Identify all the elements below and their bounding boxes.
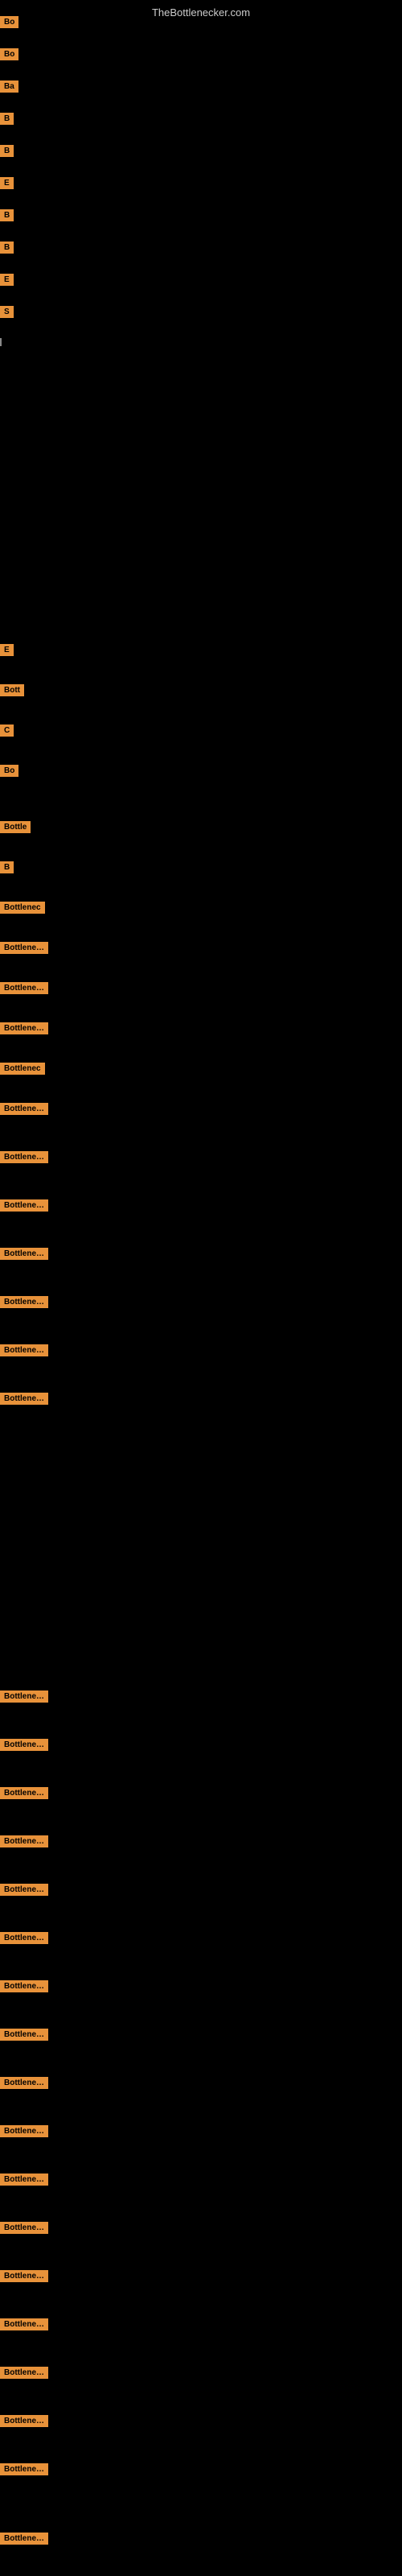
badge-b12[interactable]: Bott xyxy=(0,684,24,696)
badge-b23[interactable]: Bottleneck resu xyxy=(0,1151,48,1163)
badge-b40[interactable]: Bottleneck resu xyxy=(0,2222,48,2234)
badge-b36[interactable]: Bottleneck resu xyxy=(0,2029,48,2041)
badge-b32[interactable]: Bottleneck resu xyxy=(0,1835,48,1847)
badge-b6[interactable]: E xyxy=(0,177,14,189)
badge-b24[interactable]: Bottleneck resu xyxy=(0,1199,48,1212)
badge-b16[interactable]: B xyxy=(0,861,14,873)
site-title: TheBottlenecker.com xyxy=(0,0,402,22)
badge-b11[interactable]: E xyxy=(0,644,14,656)
badge-b1[interactable]: Bo xyxy=(0,16,18,28)
badge-b41[interactable]: Bottleneck resu xyxy=(0,2270,48,2282)
badge-b20[interactable]: Bottleneck e xyxy=(0,1022,48,1034)
badge-b7[interactable]: B xyxy=(0,209,14,221)
badge-b15[interactable]: Bottle xyxy=(0,821,31,833)
badge-b10[interactable]: S xyxy=(0,306,14,318)
badge-b13[interactable]: C xyxy=(0,724,14,737)
badge-b46[interactable]: Bottleneck res xyxy=(0,2533,48,2545)
thin-line-10 xyxy=(0,338,2,346)
badge-b21[interactable]: Bottlenec xyxy=(0,1063,45,1075)
badge-b4[interactable]: B xyxy=(0,113,14,125)
badge-b25[interactable]: Bottleneck resu xyxy=(0,1248,48,1260)
badge-b31[interactable]: Bottleneck resu xyxy=(0,1787,48,1799)
badge-b38[interactable]: Bottleneck resu xyxy=(0,2125,48,2137)
badge-b37[interactable]: Bottleneck resu xyxy=(0,2077,48,2089)
badge-b18[interactable]: Bottleneck xyxy=(0,942,48,954)
badge-b9[interactable]: E xyxy=(0,274,14,286)
badge-b19[interactable]: Bottleneck re xyxy=(0,982,48,994)
badge-b28[interactable]: Bottleneck res xyxy=(0,1393,48,1405)
badge-b14[interactable]: Bo xyxy=(0,765,18,777)
badge-b35[interactable]: Bottleneck resu xyxy=(0,1980,48,1992)
badge-b22[interactable]: Bottleneck re xyxy=(0,1103,48,1115)
badge-b17[interactable]: Bottlenec xyxy=(0,902,45,914)
badge-b8[interactable]: B xyxy=(0,242,14,254)
badge-b34[interactable]: Bottleneck resu xyxy=(0,1932,48,1944)
badge-b30[interactable]: Bottleneck resu xyxy=(0,1739,48,1751)
badge-b42[interactable]: Bottleneck resu xyxy=(0,2318,48,2330)
badge-b29[interactable]: Bottleneck resu xyxy=(0,1690,48,1703)
badge-b3[interactable]: Ba xyxy=(0,80,18,93)
badge-b39[interactable]: Bottleneck resu xyxy=(0,2174,48,2186)
badge-b45[interactable]: Bottleneck resu xyxy=(0,2463,48,2475)
badge-b5[interactable]: B xyxy=(0,145,14,157)
badge-b26[interactable]: Bottleneck resu xyxy=(0,1296,48,1308)
badge-b33[interactable]: Bottleneck resu xyxy=(0,1884,48,1896)
badge-b2[interactable]: Bo xyxy=(0,48,18,60)
badge-b27[interactable]: Bottleneck resu xyxy=(0,1344,48,1356)
badge-b44[interactable]: Bottleneck resu xyxy=(0,2415,48,2427)
badge-b43[interactable]: Bottleneck resu xyxy=(0,2367,48,2379)
